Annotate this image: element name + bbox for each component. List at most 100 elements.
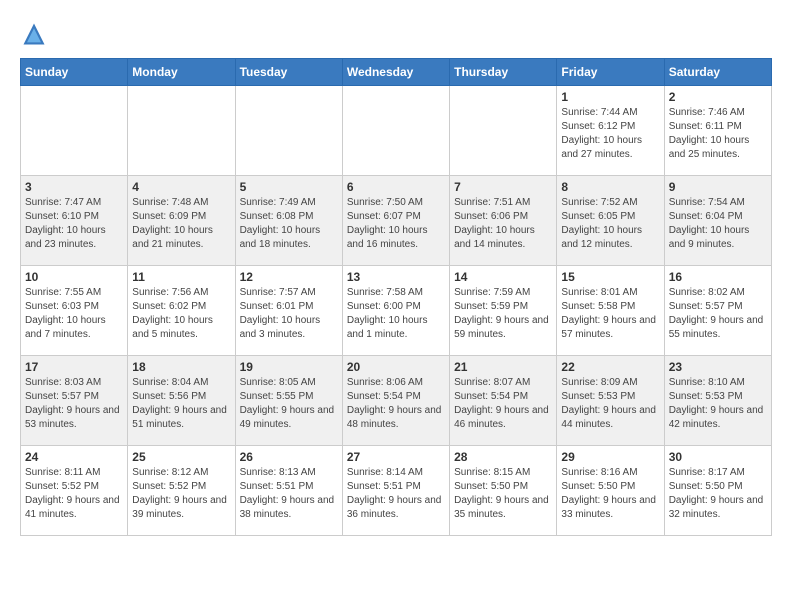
calendar-cell xyxy=(342,86,449,176)
day-info: Sunrise: 8:04 AMSunset: 5:56 PMDaylight:… xyxy=(132,376,230,432)
day-number: 1 xyxy=(561,90,659,104)
day-number: 14 xyxy=(454,270,552,284)
day-number: 6 xyxy=(347,180,445,194)
day-info: Sunrise: 7:58 AMSunset: 6:00 PMDaylight:… xyxy=(347,286,445,342)
calendar-cell: 3 Sunrise: 7:47 AMSunset: 6:10 PMDaylight… xyxy=(21,176,128,266)
day-number: 22 xyxy=(561,360,659,374)
day-info: Sunrise: 7:44 AMSunset: 6:12 PMDaylight:… xyxy=(561,106,659,162)
weekday-header-friday: Friday xyxy=(557,59,664,86)
calendar-cell: 13 Sunrise: 7:58 AMSunset: 6:00 PMDayligh… xyxy=(342,266,449,356)
day-info: Sunrise: 8:11 AMSunset: 5:52 PMDaylight:… xyxy=(25,466,123,522)
calendar-week-row: 3 Sunrise: 7:47 AMSunset: 6:10 PMDaylight… xyxy=(21,176,772,266)
calendar-cell: 11 Sunrise: 7:56 AMSunset: 6:02 PMDayligh… xyxy=(128,266,235,356)
day-info: Sunrise: 7:59 AMSunset: 5:59 PMDaylight:… xyxy=(454,286,552,342)
day-number: 4 xyxy=(132,180,230,194)
day-number: 16 xyxy=(669,270,767,284)
day-info: Sunrise: 7:55 AMSunset: 6:03 PMDaylight:… xyxy=(25,286,123,342)
day-info: Sunrise: 8:01 AMSunset: 5:58 PMDaylight:… xyxy=(561,286,659,342)
calendar-cell: 26 Sunrise: 8:13 AMSunset: 5:51 PMDayligh… xyxy=(235,446,342,536)
calendar-cell: 21 Sunrise: 8:07 AMSunset: 5:54 PMDayligh… xyxy=(450,356,557,446)
logo xyxy=(20,20,52,48)
calendar-cell: 12 Sunrise: 7:57 AMSunset: 6:01 PMDayligh… xyxy=(235,266,342,356)
weekday-header-thursday: Thursday xyxy=(450,59,557,86)
day-number: 5 xyxy=(240,180,338,194)
day-info: Sunrise: 7:56 AMSunset: 6:02 PMDaylight:… xyxy=(132,286,230,342)
day-info: Sunrise: 7:50 AMSunset: 6:07 PMDaylight:… xyxy=(347,196,445,252)
day-number: 17 xyxy=(25,360,123,374)
calendar-week-row: 1 Sunrise: 7:44 AMSunset: 6:12 PMDaylight… xyxy=(21,86,772,176)
calendar-cell: 15 Sunrise: 8:01 AMSunset: 5:58 PMDayligh… xyxy=(557,266,664,356)
day-info: Sunrise: 8:10 AMSunset: 5:53 PMDaylight:… xyxy=(669,376,767,432)
calendar-cell: 29 Sunrise: 8:16 AMSunset: 5:50 PMDayligh… xyxy=(557,446,664,536)
day-number: 26 xyxy=(240,450,338,464)
calendar-cell: 18 Sunrise: 8:04 AMSunset: 5:56 PMDayligh… xyxy=(128,356,235,446)
calendar-cell: 5 Sunrise: 7:49 AMSunset: 6:08 PMDaylight… xyxy=(235,176,342,266)
weekday-header-sunday: Sunday xyxy=(21,59,128,86)
calendar-cell: 24 Sunrise: 8:11 AMSunset: 5:52 PMDayligh… xyxy=(21,446,128,536)
day-number: 15 xyxy=(561,270,659,284)
calendar-cell: 9 Sunrise: 7:54 AMSunset: 6:04 PMDaylight… xyxy=(664,176,771,266)
logo-icon xyxy=(20,20,48,48)
day-number: 30 xyxy=(669,450,767,464)
calendar-cell: 8Sunrise: 7:52 AMSunset: 6:05 PMDaylight… xyxy=(557,176,664,266)
day-number: 20 xyxy=(347,360,445,374)
day-info: Sunrise: 7:57 AMSunset: 6:01 PMDaylight:… xyxy=(240,286,338,342)
calendar-cell xyxy=(450,86,557,176)
day-number: 12 xyxy=(240,270,338,284)
day-number: 9 xyxy=(669,180,767,194)
calendar-cell: 30 Sunrise: 8:17 AMSunset: 5:50 PMDayligh… xyxy=(664,446,771,536)
calendar-table: SundayMondayTuesdayWednesdayThursdayFrid… xyxy=(20,58,772,536)
day-number: 18 xyxy=(132,360,230,374)
calendar-cell: 28Sunrise: 8:15 AMSunset: 5:50 PMDayligh… xyxy=(450,446,557,536)
calendar-cell: 20 Sunrise: 8:06 AMSunset: 5:54 PMDayligh… xyxy=(342,356,449,446)
day-info: Sunrise: 8:07 AMSunset: 5:54 PMDaylight:… xyxy=(454,376,552,432)
calendar-cell: 7 Sunrise: 7:51 AMSunset: 6:06 PMDaylight… xyxy=(450,176,557,266)
calendar-cell: 17 Sunrise: 8:03 AMSunset: 5:57 PMDayligh… xyxy=(21,356,128,446)
day-info: Sunrise: 8:16 AMSunset: 5:50 PMDaylight:… xyxy=(561,466,659,522)
day-number: 13 xyxy=(347,270,445,284)
day-info: Sunrise: 7:51 AMSunset: 6:06 PMDaylight:… xyxy=(454,196,552,252)
day-number: 25 xyxy=(132,450,230,464)
calendar-cell xyxy=(21,86,128,176)
calendar-header: SundayMondayTuesdayWednesdayThursdayFrid… xyxy=(21,59,772,86)
day-number: 11 xyxy=(132,270,230,284)
day-info: Sunrise: 7:54 AMSunset: 6:04 PMDaylight:… xyxy=(669,196,767,252)
day-number: 28 xyxy=(454,450,552,464)
day-info: Sunrise: 7:47 AMSunset: 6:10 PMDaylight:… xyxy=(25,196,123,252)
weekday-header-row: SundayMondayTuesdayWednesdayThursdayFrid… xyxy=(21,59,772,86)
calendar-cell: 25 Sunrise: 8:12 AMSunset: 5:52 PMDayligh… xyxy=(128,446,235,536)
calendar-week-row: 17 Sunrise: 8:03 AMSunset: 5:57 PMDayligh… xyxy=(21,356,772,446)
day-info: Sunrise: 8:03 AMSunset: 5:57 PMDaylight:… xyxy=(25,376,123,432)
calendar-cell: 2Sunrise: 7:46 AMSunset: 6:11 PMDaylight… xyxy=(664,86,771,176)
day-number: 24 xyxy=(25,450,123,464)
calendar-cell: 14 Sunrise: 7:59 AMSunset: 5:59 PMDayligh… xyxy=(450,266,557,356)
day-number: 7 xyxy=(454,180,552,194)
calendar-cell: 6 Sunrise: 7:50 AMSunset: 6:07 PMDaylight… xyxy=(342,176,449,266)
day-number: 23 xyxy=(669,360,767,374)
day-number: 3 xyxy=(25,180,123,194)
day-info: Sunrise: 7:52 AMSunset: 6:05 PMDaylight:… xyxy=(561,196,659,252)
calendar-cell: 1 Sunrise: 7:44 AMSunset: 6:12 PMDaylight… xyxy=(557,86,664,176)
calendar-week-row: 24 Sunrise: 8:11 AMSunset: 5:52 PMDayligh… xyxy=(21,446,772,536)
day-info: Sunrise: 8:17 AMSunset: 5:50 PMDaylight:… xyxy=(669,466,767,522)
day-number: 19 xyxy=(240,360,338,374)
weekday-header-saturday: Saturday xyxy=(664,59,771,86)
day-number: 29 xyxy=(561,450,659,464)
day-info: Sunrise: 7:49 AMSunset: 6:08 PMDaylight:… xyxy=(240,196,338,252)
day-info: Sunrise: 8:06 AMSunset: 5:54 PMDaylight:… xyxy=(347,376,445,432)
day-number: 21 xyxy=(454,360,552,374)
calendar-cell: 23 Sunrise: 8:10 AMSunset: 5:53 PMDayligh… xyxy=(664,356,771,446)
calendar-cell: 4Sunrise: 7:48 AMSunset: 6:09 PMDaylight… xyxy=(128,176,235,266)
calendar-cell: 27Sunrise: 8:14 AMSunset: 5:51 PMDayligh… xyxy=(342,446,449,536)
weekday-header-tuesday: Tuesday xyxy=(235,59,342,86)
day-info: Sunrise: 8:12 AMSunset: 5:52 PMDaylight:… xyxy=(132,466,230,522)
calendar-body: 1 Sunrise: 7:44 AMSunset: 6:12 PMDaylight… xyxy=(21,86,772,536)
day-number: 10 xyxy=(25,270,123,284)
calendar-cell: 19Sunrise: 8:05 AMSunset: 5:55 PMDayligh… xyxy=(235,356,342,446)
calendar-cell: 16Sunrise: 8:02 AMSunset: 5:57 PMDayligh… xyxy=(664,266,771,356)
calendar-cell: 10 Sunrise: 7:55 AMSunset: 6:03 PMDayligh… xyxy=(21,266,128,356)
day-number: 27 xyxy=(347,450,445,464)
calendar-cell: 22Sunrise: 8:09 AMSunset: 5:53 PMDayligh… xyxy=(557,356,664,446)
day-info: Sunrise: 8:13 AMSunset: 5:51 PMDaylight:… xyxy=(240,466,338,522)
weekday-header-monday: Monday xyxy=(128,59,235,86)
